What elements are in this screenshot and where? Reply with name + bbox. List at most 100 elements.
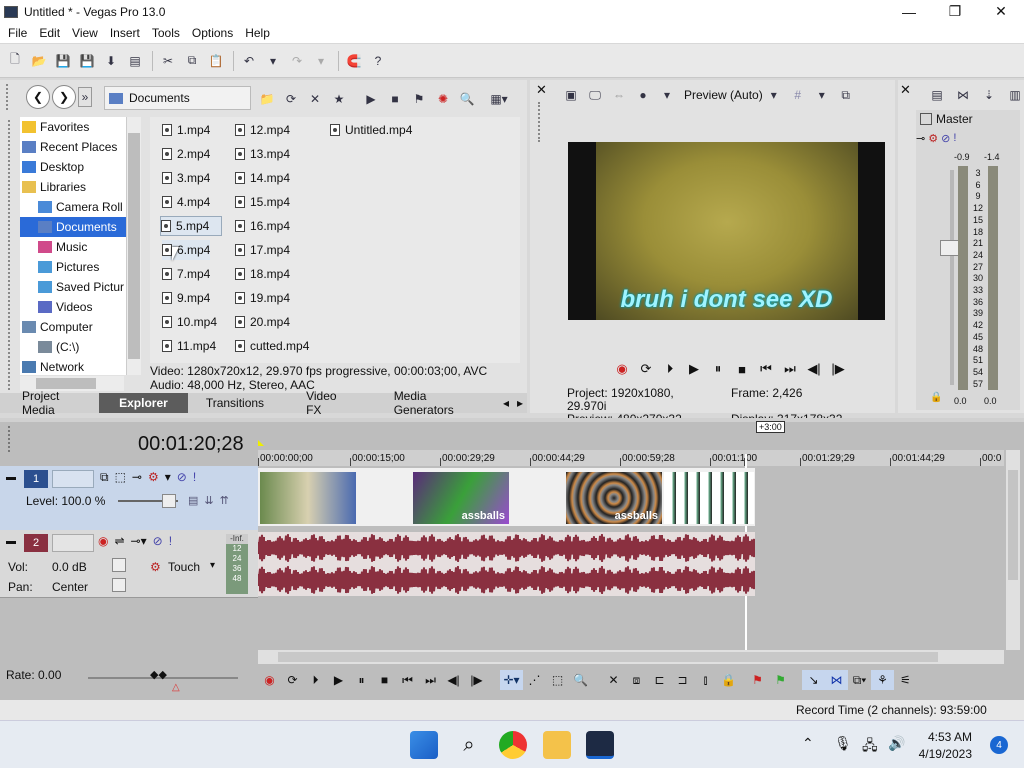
save-icon[interactable]: 💾 [52,50,74,72]
menu-options[interactable]: Options [186,26,239,40]
invert-phase-icon[interactable]: ⇌ [114,534,124,548]
play-preview-icon[interactable]: ▶ [360,88,382,110]
downmix-icon[interactable]: ⋈ [952,84,974,106]
chrome-icon[interactable] [499,731,527,759]
bypass-motion-blur-icon[interactable]: ▤ [188,494,198,507]
time-ruler[interactable]: 00:00:00;00 00:00:15;00 00:00:29;29 00:00:4… [258,450,1004,466]
track-fx-icon[interactable]: ⚙ [148,470,159,485]
previous-frame-icon[interactable]: ◀| [442,670,465,690]
track-motion-icon[interactable]: ⊸ [132,470,142,485]
up-folder-icon[interactable]: 📁 [256,88,278,110]
timeline-hscroll-thumb[interactable] [278,652,938,662]
video-clip[interactable]: assballs [413,472,509,524]
file-item[interactable]: Untitled.mp4 [330,120,412,140]
file-item[interactable]: 5.mp4 [160,216,223,236]
mute-icon[interactable]: ⊘ [177,470,187,485]
external-monitor-icon[interactable]: 🖵 [584,84,606,106]
mute-icon[interactable]: ⊘ [153,534,163,548]
menu-insert[interactable]: Insert [104,26,146,40]
tree-item[interactable]: Pictures [20,257,126,277]
record-icon[interactable]: ◉ [258,670,281,690]
panel-grip-icon[interactable] [8,426,14,452]
search-icon[interactable]: ⌕ [455,731,483,759]
make-compositing-child-icon[interactable]: ⬚ [115,470,126,485]
grid-dropdown-icon[interactable]: ▾ [811,84,833,106]
vegas-taskbar-icon[interactable] [586,731,614,759]
play-from-start-icon[interactable]: ⏵ [658,360,682,378]
file-item[interactable]: cutted.mp4 [235,336,309,356]
redo-dropdown-icon[interactable]: ▾ [310,50,332,72]
file-item[interactable]: 3.mp4 [162,168,210,188]
tab-transitions[interactable]: Transitions [188,396,282,410]
overlays-dropdown-icon[interactable]: ▾ [656,84,678,106]
file-item[interactable]: 15.mp4 [235,192,290,212]
file-item[interactable]: 16.mp4 [235,216,290,236]
enable-snapping-icon[interactable]: 🧲 [343,50,365,72]
zoom-tool-icon[interactable]: 🔍 [569,670,592,690]
properties-icon[interactable]: ▤ [124,50,146,72]
microphone-icon[interactable]: 🎙 [834,735,852,752]
delete-edit-icon[interactable]: ✕ [602,670,625,690]
stop-icon[interactable]: ■ [730,360,754,378]
tree-hscroll-thumb[interactable] [36,378,96,389]
audio-track-header[interactable]: ▬ 2 ◉ ⇌ ⊸▾ ⊘ ! Vol: 0.0 dB ⚙ Touch ▾ Pan… [0,530,258,598]
cut-icon[interactable]: ✂ [157,50,179,72]
video-track-name-field[interactable] [52,470,94,488]
open-icon[interactable]: 📂 [28,50,50,72]
go-to-end-icon[interactable]: ⏭ [778,360,802,378]
file-item[interactable]: 1.mp4 [162,120,210,140]
split-icon[interactable]: ⫾ [694,670,717,690]
crossfade-icon[interactable]: ⚟ [894,670,917,690]
tree-item[interactable]: Libraries [20,177,126,197]
start-button-icon[interactable] [410,731,438,759]
tab-video-fx[interactable]: Video FX [282,389,374,417]
new-project-icon[interactable]: 🗋 [4,50,26,72]
grid-icon[interactable]: # [787,84,809,106]
mixer-properties-icon[interactable]: ▤ [926,84,948,106]
video-track-lane[interactable]: assballs assballs [258,468,755,526]
tree-item[interactable]: Camera Roll [20,197,126,217]
selection-tool-icon[interactable]: ⬚ [546,670,569,690]
menu-edit[interactable]: Edit [33,26,66,40]
network-icon[interactable]: 🖧 [862,735,878,759]
pan-slider-knob[interactable] [112,578,126,592]
file-explorer-icon[interactable] [543,731,571,759]
file-item[interactable]: 19.mp4 [235,288,290,308]
file-item[interactable]: 11.mp4 [162,336,216,356]
file-item[interactable]: 18.mp4 [235,264,290,284]
loop-playback-icon[interactable]: ⟳ [634,360,658,378]
automation-icon[interactable]: ⊸▾ [131,534,147,548]
file-item[interactable]: 4.mp4 [162,192,210,212]
lock-events-icon[interactable]: 🔒 [717,670,740,690]
record-icon[interactable]: ◉ [610,360,634,378]
rate-slider-knob-icon[interactable]: ◆◆ [150,668,167,681]
trim-start-icon[interactable]: ⊏ [648,670,671,690]
menu-tools[interactable]: Tools [146,26,186,40]
play-icon[interactable]: ▶ [327,670,350,690]
go-to-end-icon[interactable]: ⏭ [419,670,442,690]
menu-view[interactable]: View [66,26,104,40]
tree-item[interactable]: (C:\) [20,337,126,357]
file-item[interactable]: 7.mp4 [162,264,210,284]
dim-output-icon[interactable]: ⇣ [978,84,1000,106]
master-mute-icon[interactable]: ⊘ [941,132,950,145]
tree-scroll-thumb[interactable] [128,133,140,359]
file-item[interactable]: 2.mp4 [162,144,210,164]
tree-item[interactable]: Computer [20,317,126,337]
trim-icon[interactable]: ⧈ [625,670,648,690]
lock-icon[interactable]: 🔒 [930,392,942,403]
menu-file[interactable]: File [2,26,33,40]
file-item[interactable]: 9.mp4 [162,288,210,308]
next-frame-icon[interactable]: |▶ [826,360,850,378]
tree-item[interactable]: Videos [20,297,126,317]
audio-track-name-field[interactable] [52,534,94,552]
trim-end-icon[interactable]: ⊐ [671,670,694,690]
video-preview-properties-icon[interactable]: ▣ [560,84,582,106]
tree-item[interactable]: Favorites [20,117,126,137]
paste-icon[interactable]: 📋 [205,50,227,72]
file-item[interactable]: 12.mp4 [235,120,290,140]
file-item[interactable]: 14.mp4 [235,168,290,188]
video-clip[interactable]: assballs [566,472,662,524]
master-solo-icon[interactable]: ! [953,132,956,145]
tree-vertical-scrollbar[interactable] [126,117,141,375]
